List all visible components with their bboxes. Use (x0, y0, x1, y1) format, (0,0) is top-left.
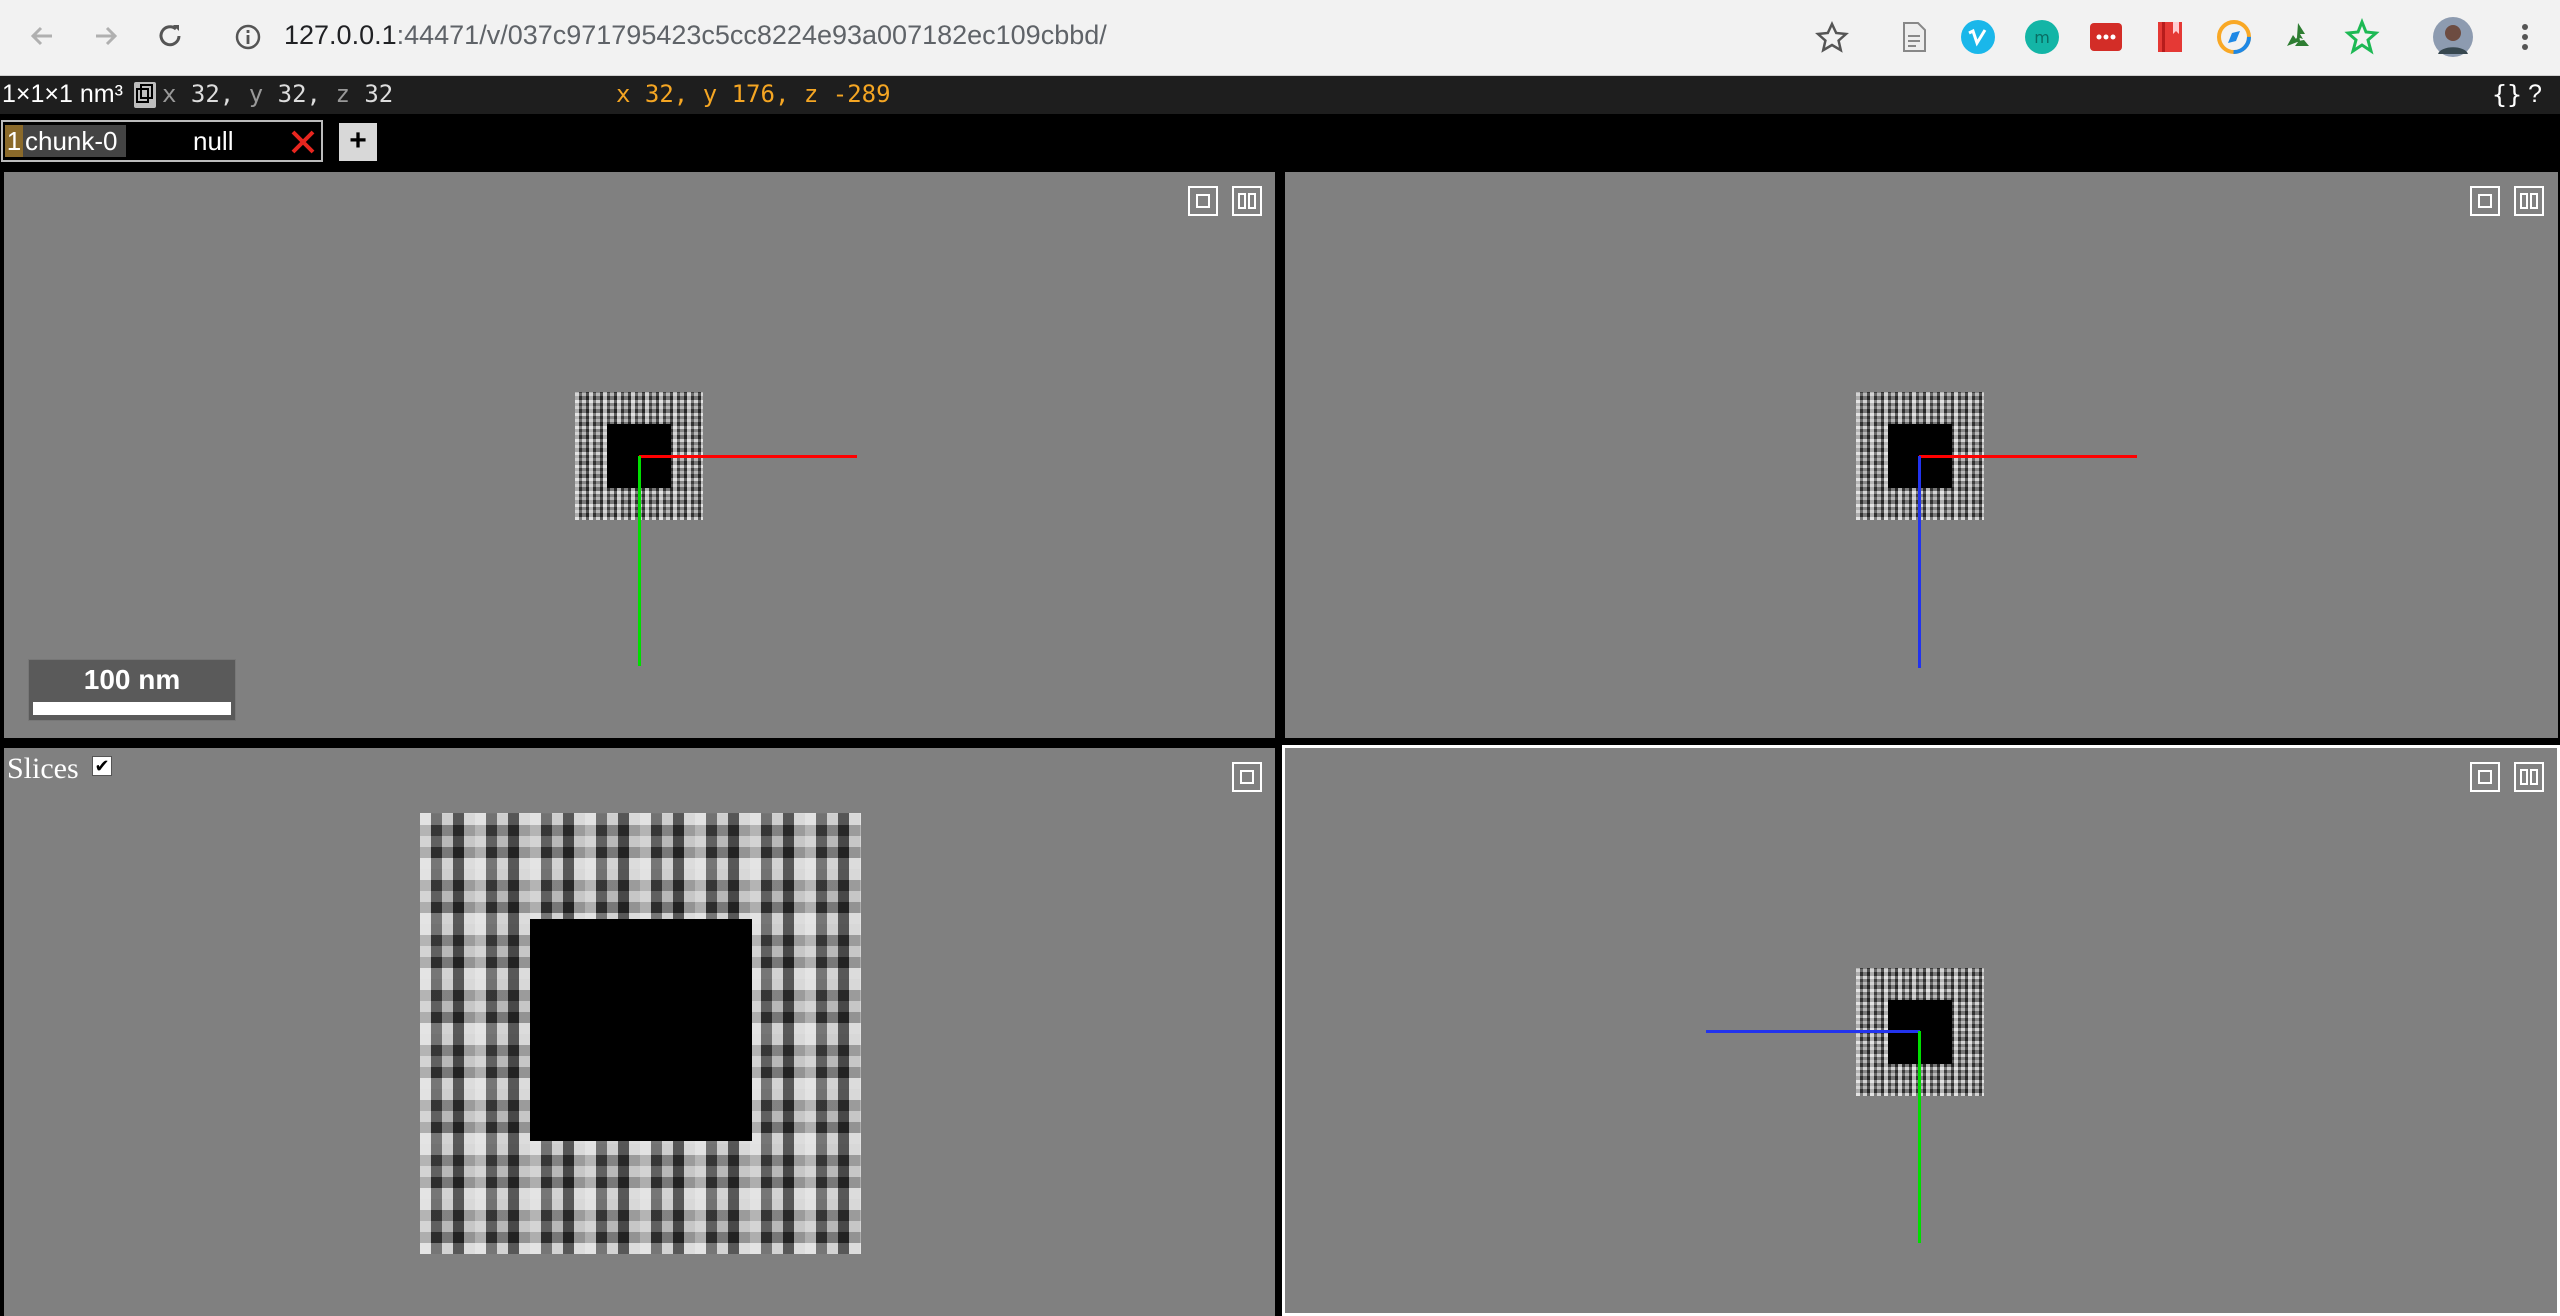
help-button[interactable]: ? (2528, 80, 2542, 109)
x-axis-line (639, 455, 857, 458)
y-axis-line (1918, 1031, 1921, 1243)
z-axis-line (1918, 456, 1921, 668)
panel-3d[interactable]: Slices ✔ (4, 748, 1275, 1316)
remove-layer-icon[interactable] (289, 128, 317, 156)
layer-name[interactable]: chunk-0 (23, 125, 126, 157)
split-panel-icon[interactable] (1232, 186, 1262, 216)
reload-icon[interactable] (150, 16, 190, 56)
lastpass-icon[interactable] (2087, 18, 2125, 56)
layer-value: null (193, 126, 234, 156)
edit-json-button[interactable]: {} (2492, 80, 2522, 109)
maximize-panel-icon[interactable] (1232, 762, 1262, 792)
copy-position-icon[interactable] (134, 82, 156, 108)
voxel-size[interactable]: 1×1×1 nm³ (2, 80, 123, 109)
x-axis-line (1919, 455, 2137, 458)
layer-bar: 1 chunk-0 null + (0, 114, 2560, 170)
scale-bar-line (33, 702, 231, 715)
info-icon[interactable] (234, 23, 262, 51)
add-layer-button[interactable]: + (339, 123, 377, 161)
forward-icon[interactable] (86, 16, 126, 56)
circle-m-icon[interactable]: m (2023, 18, 2061, 56)
neuroglancer-topbar: 1×1×1 nm³ x 32, y 32, z 32 x 32, y 176, … (0, 76, 2560, 114)
bookmark-star-icon[interactable] (1812, 18, 1852, 58)
z-axis-line (1706, 1030, 1920, 1033)
slices-label: Slices (7, 752, 79, 785)
compass-icon[interactable] (2215, 18, 2253, 56)
panel-yz[interactable] (1282, 745, 2560, 1316)
menu-icon[interactable] (2506, 18, 2544, 56)
layer-item[interactable]: 1 chunk-0 null (1, 120, 323, 162)
scale-bar-label: 100 nm (83, 664, 181, 695)
panel-xz[interactable] (1285, 172, 2558, 738)
split-panel-icon[interactable] (2514, 762, 2544, 792)
split-panel-icon[interactable] (2514, 186, 2544, 216)
mouse-coordinates: x 32, y 176, z -289 (616, 80, 891, 108)
y-axis-line (638, 456, 641, 666)
svg-text:m: m (2034, 28, 2050, 47)
maximize-panel-icon[interactable] (2470, 762, 2500, 792)
document-icon[interactable] (1895, 18, 1933, 56)
scale-bar: 100 nm (28, 659, 236, 721)
back-icon[interactable] (22, 16, 62, 56)
position-coordinates[interactable]: x 32, y 32, z 32 (162, 80, 393, 108)
maximize-panel-icon[interactable] (2470, 186, 2500, 216)
browser-toolbar: 127.0.0.1:44471/v/037c971795423c5cc8224e… (0, 0, 2560, 76)
layer-index: 1 (5, 125, 23, 157)
star-gear-icon[interactable] (2343, 17, 2381, 56)
book-icon[interactable] (2151, 18, 2189, 56)
maximize-panel-icon[interactable] (1188, 186, 1218, 216)
vimeo-icon[interactable] (1959, 18, 1997, 56)
slices-checkbox[interactable]: ✔ (92, 756, 112, 776)
recycle-icon[interactable] (2279, 18, 2317, 56)
volume-hole (530, 919, 752, 1141)
panel-xy[interactable]: 100 nm (4, 172, 1275, 738)
avatar[interactable] (2432, 16, 2474, 58)
address-bar[interactable]: 127.0.0.1:44471/v/037c971795423c5cc8224e… (224, 14, 1924, 60)
url-text[interactable]: 127.0.0.1:44471/v/037c971795423c5cc8224e… (284, 20, 1107, 51)
